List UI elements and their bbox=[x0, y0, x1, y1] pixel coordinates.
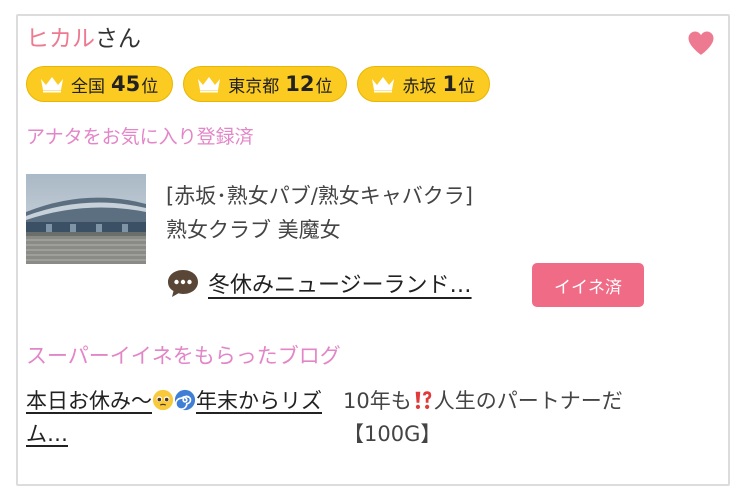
name-suffix: さん bbox=[95, 26, 141, 52]
crown-icon bbox=[198, 77, 221, 93]
ranking-number: 12 bbox=[285, 72, 315, 96]
crown-icon bbox=[41, 77, 63, 93]
ranking-area: 全国 bbox=[71, 76, 105, 97]
shop-thumbnail[interactable] bbox=[26, 174, 146, 264]
crown-icon bbox=[372, 77, 395, 93]
ranking-area: 赤坂 bbox=[402, 76, 437, 97]
shop-name[interactable]: 熟女クラブ 美魔女 bbox=[166, 214, 341, 244]
liked-blog-row: 冬休みニュージーランド… bbox=[166, 266, 472, 300]
ranking-unit: 位 bbox=[315, 76, 333, 97]
super-like-heading: スーパーイイネをもらったブログ bbox=[26, 344, 341, 368]
heart-icon[interactable] bbox=[686, 28, 716, 58]
shop-category: [赤坂･熟女パブ/熟女キャバクラ] bbox=[166, 184, 473, 208]
exclamation-question-icon bbox=[415, 391, 431, 409]
ranking-unit: 位 bbox=[458, 76, 476, 97]
ranking-badge-akasaka[interactable]: 赤坂 1 位 bbox=[357, 66, 491, 102]
speech-bubble-icon bbox=[168, 270, 198, 297]
liked-blog-link[interactable]: 冬休みニュージーランド… bbox=[208, 267, 472, 299]
favorited-status: アナタをお気に入り登録済 bbox=[26, 126, 254, 148]
profile-name[interactable]: ヒカル bbox=[26, 26, 95, 52]
super-blog-link-1[interactable]: 本日お休み〜 年末からリズム… bbox=[26, 385, 331, 451]
super-blog-link-2[interactable]: 10年も 人生のパートナーだ【100G】 bbox=[343, 385, 703, 451]
blog-title-part: 本日お休み〜 bbox=[26, 389, 152, 413]
cyclone-icon bbox=[174, 389, 196, 411]
ranking-unit: 位 bbox=[141, 76, 159, 97]
ranking-badges: 全国 45 位 東京都 12 位 赤坂 1 位 bbox=[26, 66, 491, 102]
ranking-badge-national[interactable]: 全国 45 位 bbox=[26, 66, 174, 102]
liked-button[interactable]: イイネ済 bbox=[532, 263, 644, 307]
ranking-number: 1 bbox=[442, 72, 458, 96]
ranking-badge-tokyo[interactable]: 東京都 12 位 bbox=[183, 66, 348, 102]
profile-name-row: ヒカルさん bbox=[26, 24, 141, 54]
building-photo bbox=[26, 174, 146, 264]
ranking-number: 45 bbox=[111, 72, 141, 96]
pleading-face-icon bbox=[152, 389, 174, 411]
blog-title-part: 10年も bbox=[343, 389, 412, 413]
ranking-area: 東京都 bbox=[228, 76, 280, 97]
